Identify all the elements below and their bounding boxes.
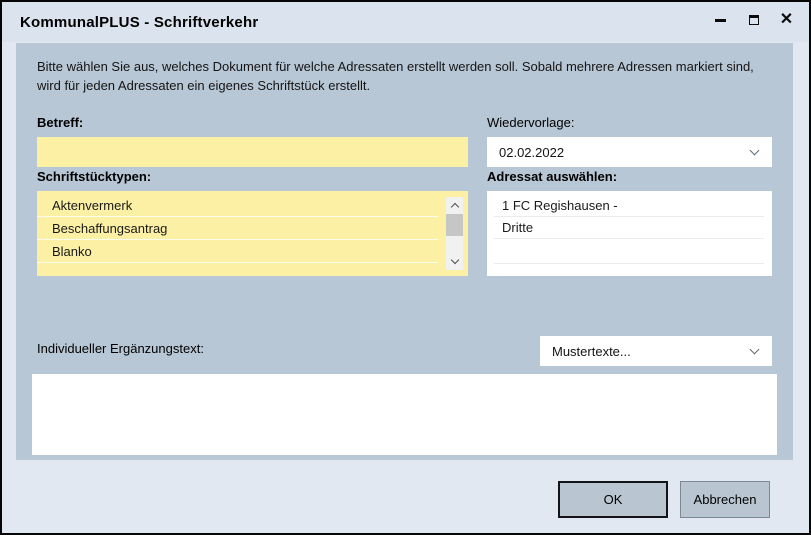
chevron-down-icon	[450, 256, 458, 264]
list-item[interactable]: Dritte	[494, 217, 764, 239]
chevron-down-icon	[750, 345, 760, 355]
close-icon: ✕	[780, 12, 793, 28]
content-panel: Bitte wählen Sie aus, welches Dokument f…	[16, 43, 793, 460]
schriftstuecktypen-label: Schriftstücktypen:	[37, 169, 151, 184]
scrollbar-thumb[interactable]	[446, 214, 463, 236]
list-item-empty[interactable]	[494, 239, 764, 264]
intro-line-1: Bitte wählen Sie aus, welches Dokument f…	[37, 57, 782, 76]
mustertexte-dropdown[interactable]: Mustertexte...	[540, 336, 772, 366]
chevron-up-icon	[450, 203, 458, 211]
betreff-label: Betreff:	[37, 115, 83, 130]
minimize-icon	[715, 19, 726, 22]
close-button[interactable]: ✕	[770, 4, 803, 36]
titlebar: KommunalPLUS - Schriftverkehr ✕	[2, 2, 809, 42]
window-controls: ✕	[704, 4, 803, 36]
scroll-down-button[interactable]	[446, 254, 463, 270]
ergaenzungstext-label: Individueller Ergänzungstext:	[37, 341, 204, 356]
list-item[interactable]: Beschaffungsantrag	[37, 217, 438, 240]
adressat-label: Adressat auswählen:	[487, 169, 617, 184]
betreff-input[interactable]	[37, 137, 468, 167]
dialog-window: KommunalPLUS - Schriftverkehr ✕ Bitte wä…	[0, 0, 811, 535]
list-item[interactable]: 1 FC Regishausen -	[494, 195, 764, 217]
wiedervorlage-value: 02.02.2022	[499, 145, 564, 160]
maximize-button[interactable]	[737, 4, 770, 36]
window-title: KommunalPLUS - Schriftverkehr	[20, 14, 258, 31]
wiedervorlage-dropdown[interactable]: 02.02.2022	[487, 137, 772, 167]
intro-line-2: wird für jeden Adressaten ein eigenes Sc…	[37, 76, 782, 95]
adressat-listbox: 1 FC Regishausen - Dritte	[487, 191, 772, 276]
maximize-icon	[749, 15, 759, 25]
intro-text: Bitte wählen Sie aus, welches Dokument f…	[37, 57, 782, 95]
ok-button[interactable]: OK	[558, 481, 668, 518]
schriftstuecktypen-listbox: Aktenvermerk Beschaffungsantrag Blanko	[37, 191, 468, 276]
list-item[interactable]: Aktenvermerk	[37, 194, 438, 217]
ergaenzungstext-textarea[interactable]	[32, 374, 777, 455]
wiedervorlage-label: Wiedervorlage:	[487, 115, 574, 130]
scroll-up-button[interactable]	[446, 197, 463, 213]
mustertexte-value: Mustertexte...	[552, 344, 631, 359]
minimize-button[interactable]	[704, 4, 737, 36]
chevron-down-icon	[750, 146, 760, 156]
cancel-button[interactable]: Abbrechen	[680, 481, 770, 518]
list-item[interactable]: Blanko	[37, 240, 438, 263]
vertical-scrollbar[interactable]	[446, 197, 463, 270]
